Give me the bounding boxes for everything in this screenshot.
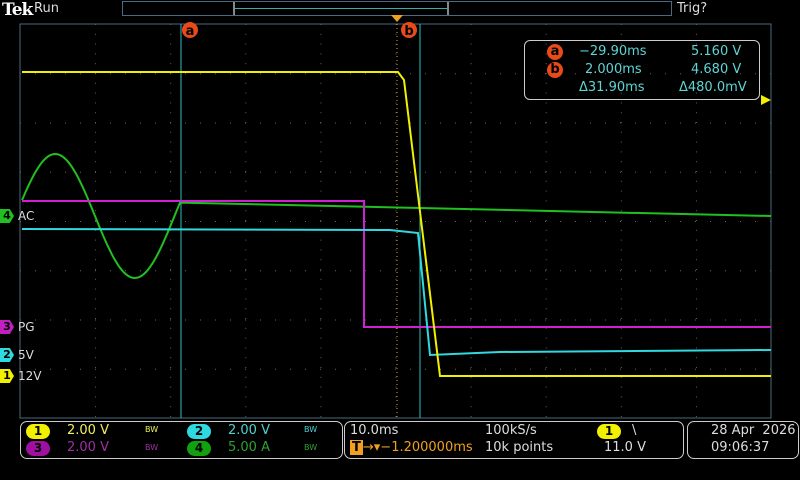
horizontal-trigger-panel[interactable]: 10.0ms T →▾−1.200000ms 100kS/s 10k points… [344, 421, 684, 459]
cursor-a-time: −29.90ms [579, 44, 647, 59]
trigger-level-marker [761, 95, 771, 105]
ch2-marker[interactable]: 2 5V [0, 347, 34, 363]
cursor-b-label[interactable]: b [404, 24, 413, 39]
ch2-bw: BW [304, 425, 318, 434]
cursor-readout: a −29.90ms 5.160 V b 2.000ms 4.680 V Δ31… [524, 40, 760, 100]
trigger-level: 11.0 V [604, 440, 646, 455]
trigger-source: 1 [597, 424, 621, 439]
cursor-a-value: 5.160 V [691, 44, 742, 59]
cursor-a-label[interactable]: a [186, 24, 195, 39]
ch4-bw: BW [304, 443, 318, 452]
channel-panel[interactable]: 1 2.00 V BW 2 2.00 V BW 3 2.00 V BW 4 5.… [20, 421, 343, 459]
time: 09:06:37 [711, 440, 770, 455]
ch1-bw: BW [145, 425, 159, 434]
ch1-marker[interactable]: 1 12V [0, 368, 41, 384]
cursor-b-value: 4.680 V [691, 62, 742, 77]
record-length: 10k points [485, 440, 554, 455]
ch4-scale: 5.00 A [228, 440, 270, 455]
ch3-scale: 2.00 V [67, 440, 109, 455]
ch3-badge: 3 [26, 441, 50, 456]
cursor-delta-time: Δ31.90ms [579, 80, 645, 95]
cursor-delta-value: Δ480.0mV [679, 80, 747, 95]
date: 28 Apr 2026 [711, 423, 796, 438]
ch1-badge: 1 [26, 424, 50, 439]
horizontal-position: T →▾−1.200000ms [350, 440, 473, 455]
ch1-scale: 2.00 V [67, 423, 109, 438]
trigger-position-marker [391, 15, 403, 22]
cursor-b-icon: b [547, 62, 563, 78]
horizontal-scale: 10.0ms [350, 423, 399, 438]
datetime-panel[interactable]: 28 Apr 2026 09:06:37 [687, 421, 799, 459]
trigger-slope-icon: \ [632, 423, 637, 438]
ch4-badge: 4 [187, 441, 211, 456]
cursor-a-icon: a [547, 44, 563, 60]
ch3-bw: BW [145, 443, 159, 452]
ch2-scale: 2.00 V [228, 423, 270, 438]
ch2-badge: 2 [187, 424, 211, 439]
ch3-marker[interactable]: 3 PG [0, 319, 35, 335]
ch4-marker[interactable]: 4 AC [0, 208, 34, 224]
sample-rate: 100kS/s [485, 423, 537, 438]
cursor-b-time: 2.000ms [585, 62, 642, 77]
